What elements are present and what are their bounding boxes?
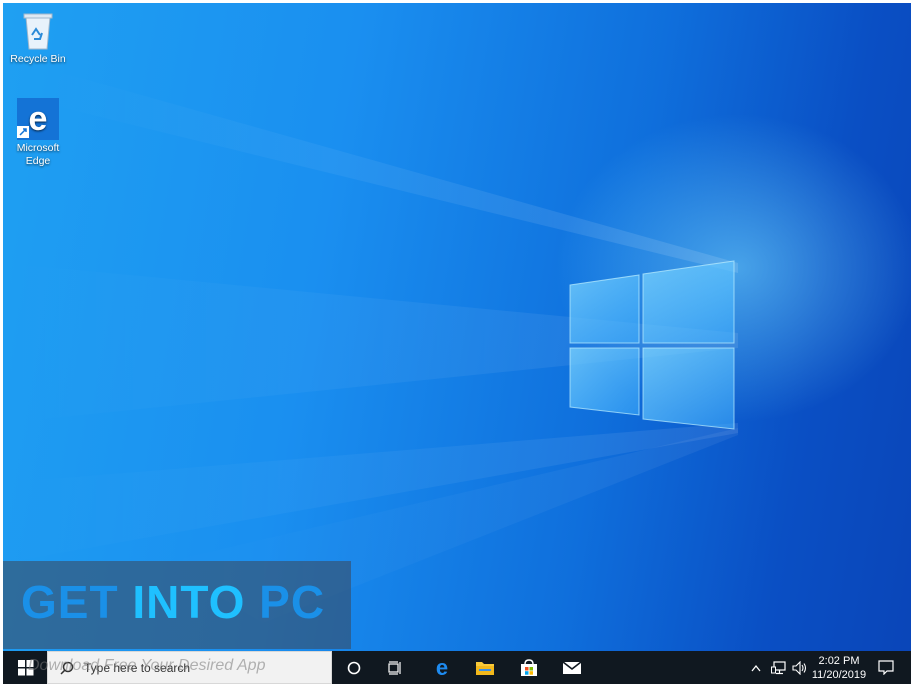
show-hidden-icons-button[interactable] (747, 651, 765, 684)
taskbar-edge-button[interactable]: e (426, 651, 458, 684)
watermark-banner: GET INTO PC (3, 561, 351, 649)
store-icon (521, 658, 537, 676)
edge-icon: e (17, 98, 59, 140)
desktop-icon-microsoft-edge[interactable]: e Microsoft Edge (6, 98, 70, 168)
watermark-overlay-text: Download Free Your Desired App (28, 657, 266, 674)
clock-date: 11/20/2019 (811, 669, 867, 681)
volume-button[interactable] (790, 651, 810, 684)
mail-icon (562, 660, 582, 674)
edge-icon: e (436, 658, 448, 678)
cortana-button[interactable] (339, 651, 369, 684)
recycle-bin-icon (23, 13, 53, 50)
svg-text:e: e (436, 658, 448, 678)
search-input[interactable]: Type here to search Download Free Your D… (28, 651, 332, 684)
cortana-icon (347, 661, 361, 674)
taskbar-file-explorer-button[interactable] (469, 651, 501, 684)
notification-icon (878, 660, 894, 675)
network-icon (771, 660, 786, 674)
watermark-text: GET INTO PC (21, 576, 326, 628)
task-view-icon (388, 660, 401, 675)
speaker-icon (792, 660, 807, 675)
desktop[interactable]: Recycle Bin e Microsoft Edge GET INTO PC (3, 3, 911, 684)
network-button[interactable] (769, 651, 789, 684)
chevron-up-icon (751, 664, 761, 671)
desktop-icon-label: Microsoft Edge (16, 142, 60, 167)
clock[interactable]: 2:02 PM 11/20/2019 (808, 654, 870, 682)
taskbar-mail-button[interactable] (556, 651, 588, 684)
svg-text:e: e (29, 100, 48, 138)
taskbar-store-button[interactable] (513, 651, 545, 684)
action-center-button[interactable] (871, 651, 901, 684)
file-explorer-icon (476, 661, 494, 675)
clock-time: 2:02 PM (818, 655, 860, 667)
taskbar: Type here to search Download Free Your D… (3, 651, 911, 684)
desktop-icon-label: Recycle Bin (10, 53, 66, 65)
task-view-button[interactable] (381, 651, 411, 684)
desktop-icon-recycle-bin[interactable]: Recycle Bin (6, 11, 70, 66)
